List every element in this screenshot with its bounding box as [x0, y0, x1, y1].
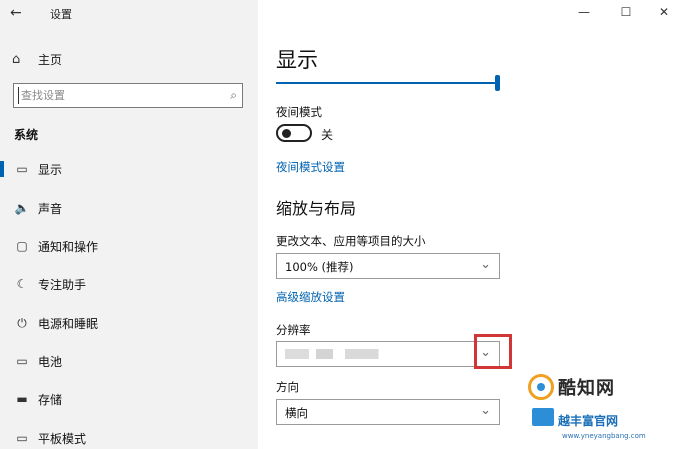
minimize-icon[interactable]: — [574, 3, 594, 21]
orientation-label: 方向 [276, 380, 299, 394]
night-light-settings-link[interactable]: 夜间模式设置 [276, 159, 345, 175]
search-box[interactable]: ⌕ [13, 83, 243, 108]
home-label: 主页 [38, 52, 63, 67]
power-icon: ⏻ [17, 315, 27, 330]
watermark-brand: 酷知网 [558, 378, 615, 399]
orientation-dropdown-value: 横向 [285, 406, 308, 420]
moon-icon: ☾ [16, 277, 28, 291]
sidebar-item-notifications[interactable]: ▢ 通知和操作 [0, 233, 258, 259]
maximize-icon[interactable]: ☐ [616, 3, 636, 21]
sidebar-item-label: 显示 [38, 162, 63, 177]
scale-label: 更改文本、应用等项目的大小 [276, 234, 426, 248]
sidebar-item-label: 通知和操作 [38, 239, 99, 254]
night-light-toggle[interactable] [276, 124, 312, 142]
scale-dropdown[interactable]: 100% (推荐) ⌄ [276, 253, 500, 279]
sidebar-item-battery[interactable]: ▭ 电池 [0, 348, 258, 374]
storage-icon: ▬ [16, 392, 28, 406]
selection-indicator [0, 161, 4, 177]
sidebar-item-home[interactable]: ⌂ 主页 [12, 50, 62, 68]
toggle-knob [282, 129, 291, 138]
sidebar-item-label: 存储 [38, 392, 63, 407]
sidebar-item-label: 专注助手 [38, 277, 87, 292]
sidebar-item-label: 电源和睡眠 [38, 316, 99, 331]
battery-icon: ▭ [16, 354, 28, 368]
night-light-state: 关 [321, 128, 334, 142]
chevron-down-icon: ⌄ [480, 403, 491, 418]
watermark-logo-icon [528, 374, 554, 400]
page-title: 显示 [276, 48, 318, 72]
sidebar-section-heading: 系统 [14, 128, 39, 142]
sidebar-item-focus-assist[interactable]: ☾ 专注助手 [0, 271, 258, 297]
sidebar-item-power-sleep[interactable]: ⏻ 电源和睡眠 [0, 310, 258, 336]
sidebar-item-label: 电池 [38, 354, 63, 369]
monitor-icon: ▭ [16, 162, 28, 176]
sidebar-item-label: 声音 [38, 201, 63, 216]
resolution-label: 分辨率 [276, 323, 311, 337]
dropdown-highlight-box [474, 334, 512, 369]
brightness-slider-track[interactable] [276, 82, 498, 84]
back-arrow-icon[interactable]: ← [10, 4, 32, 22]
watermark-url: www.yneyangbang.com [562, 432, 646, 440]
sidebar-item-sound[interactable]: 🔈 声音 [0, 195, 258, 221]
watermark-house-icon [532, 408, 554, 426]
resolution-value-blurred [285, 349, 405, 359]
window-title: 设置 [50, 8, 72, 21]
night-light-label: 夜间模式 [276, 105, 322, 119]
sidebar: ← 设置 ⌂ 主页 ⌕ 系统 ▭ 显示 🔈 声音 ▢ 通知和操作 ☾ 专注助手 … [0, 0, 258, 449]
search-icon[interactable]: ⌕ [230, 88, 237, 103]
watermark: 酷知网 越丰富官网 www.yneyangbang.com [526, 370, 682, 449]
resolution-dropdown[interactable]: ⌄ [276, 341, 500, 367]
notification-icon: ▢ [16, 239, 28, 253]
chevron-down-icon: ⌄ [480, 257, 491, 272]
sidebar-item-label: 平板模式 [38, 431, 87, 446]
scale-dropdown-value: 100% (推荐) [285, 260, 354, 274]
advanced-scaling-link[interactable]: 高级缩放设置 [276, 289, 345, 305]
scale-layout-heading: 缩放与布局 [276, 199, 357, 218]
close-icon[interactable]: ✕ [654, 3, 674, 21]
orientation-dropdown[interactable]: 横向 ⌄ [276, 399, 500, 425]
sidebar-item-storage[interactable]: ▬ 存储 [0, 386, 258, 412]
tablet-icon: ▭ [16, 431, 28, 445]
search-input[interactable] [18, 87, 214, 104]
watermark-subtitle: 越丰富官网 [558, 414, 619, 428]
sidebar-item-tablet-mode[interactable]: ▭ 平板模式 [0, 425, 258, 449]
home-icon: ⌂ [12, 51, 21, 67]
sidebar-item-display[interactable]: ▭ 显示 [0, 156, 258, 182]
brightness-slider-thumb[interactable] [495, 75, 500, 91]
speaker-icon: 🔈 [14, 201, 30, 215]
